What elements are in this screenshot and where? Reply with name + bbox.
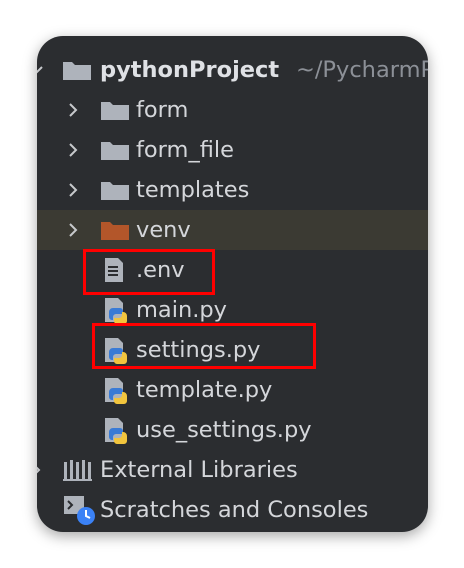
tree-row-template-py[interactable]: template.py (37, 370, 428, 410)
folder-icon (101, 102, 129, 120)
tree-item-label: form (136, 97, 189, 123)
annotation-box-env (83, 249, 215, 295)
chevron-right-icon[interactable] (63, 140, 83, 160)
tree-row-scratches-and-consoles[interactable]: Scratches and Consoles (37, 490, 428, 530)
tree-row-venv[interactable]: venv (37, 210, 428, 250)
tree-item-label: form_file (136, 137, 234, 163)
python-file-icon (105, 298, 127, 324)
tree-item-label: External Libraries (100, 457, 298, 483)
chevron-right-icon[interactable] (63, 220, 83, 240)
tree-row-use-settings-py[interactable]: use_settings.py (37, 410, 428, 450)
tree-row-form[interactable]: form (37, 90, 428, 130)
tree-item-label: main.py (136, 297, 227, 323)
python-file-icon (105, 418, 127, 444)
tree-item-label: Scratches and Consoles (100, 497, 369, 523)
library-icon (63, 460, 92, 481)
project-name: pythonProject (100, 57, 280, 83)
chevron-right-icon[interactable] (63, 100, 83, 120)
folder-icon (101, 182, 129, 200)
tree-row-templates[interactable]: templates (37, 170, 428, 210)
tree-row-form-file[interactable]: form_file (37, 130, 428, 170)
python-file-icon (105, 378, 127, 404)
tree-item-label: use_settings.py (136, 417, 312, 443)
annotation-box-settings (92, 323, 316, 369)
tree-item-label: venv (136, 217, 191, 243)
project-path: ~/PycharmP (296, 57, 428, 83)
folder-icon (101, 142, 129, 160)
folder-icon (63, 62, 91, 80)
chevron-right-icon[interactable] (63, 180, 83, 200)
tree-item-label: templates (136, 177, 250, 203)
tree-row-project-root[interactable]: pythonProject ~/PycharmP (37, 50, 428, 90)
scratches-console-icon (64, 496, 95, 525)
tree-row-external-libraries[interactable]: External Libraries (37, 450, 428, 490)
excluded-folder-icon (101, 222, 129, 240)
tree-item-label: template.py (136, 377, 273, 403)
chevron-right-icon[interactable] (37, 460, 46, 480)
chevron-down-icon[interactable] (37, 60, 46, 80)
